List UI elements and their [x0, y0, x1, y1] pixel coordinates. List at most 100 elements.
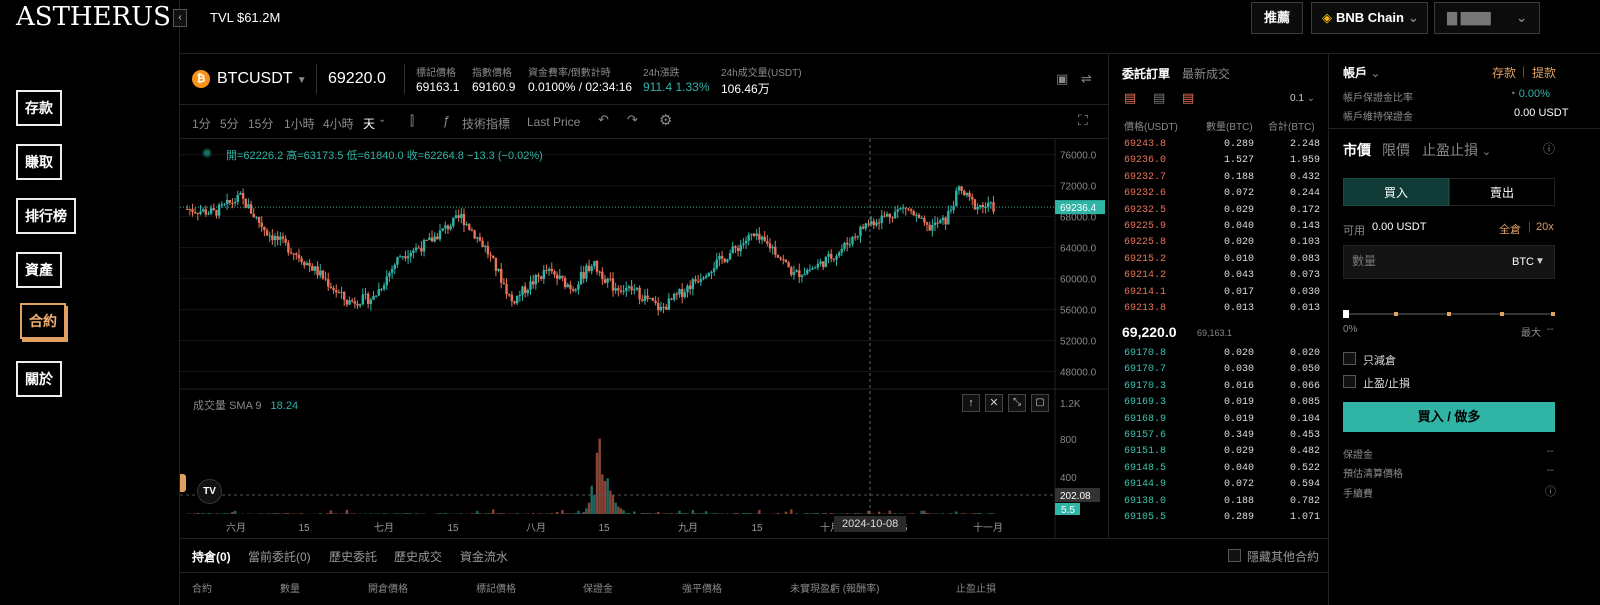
- fx-icon[interactable]: ƒ: [443, 113, 450, 128]
- tradingview-logo-icon[interactable]: TV: [197, 479, 222, 504]
- tf-15m[interactable]: 15分: [248, 115, 273, 132]
- drawer-handle[interactable]: [180, 474, 186, 492]
- volume-bar: [515, 513, 519, 514]
- info-icon[interactable]: ⓘ: [1543, 140, 1555, 157]
- bid-row[interactable]: 69169.3 0.019 0.085: [1124, 397, 1320, 413]
- volume-bar: [319, 513, 322, 514]
- book-asks-icon[interactable]: ▤: [1182, 90, 1194, 106]
- bid-row[interactable]: 69138.0 0.188 0.782: [1124, 496, 1320, 512]
- tf-1d[interactable]: 天: [363, 115, 375, 132]
- slider-handle[interactable]: [1343, 310, 1349, 318]
- hide-others-checkbox[interactable]: [1228, 549, 1241, 562]
- candle-type-icon[interactable]: ⫿: [410, 113, 414, 129]
- tpsl-checkbox[interactable]: [1343, 375, 1356, 388]
- indicators-button[interactable]: 技術指標: [462, 115, 510, 132]
- tab-trades[interactable]: 最新成交: [1182, 65, 1230, 82]
- ask-row[interactable]: 69225.9 0.040 0.143: [1124, 221, 1320, 237]
- caret-down-icon[interactable]: ▼: [1535, 256, 1545, 267]
- book-bids-icon[interactable]: ▤: [1153, 90, 1165, 106]
- quantity-input[interactable]: [1352, 254, 1492, 268]
- quantity-field[interactable]: BTC ▼: [1343, 245, 1555, 279]
- withdraw-link[interactable]: 提款: [1532, 64, 1556, 81]
- bid-row[interactable]: 69170.8 0.020 0.020: [1124, 348, 1320, 364]
- info-icon[interactable]: ⓘ: [1545, 483, 1556, 499]
- ask-row[interactable]: 69236.0 1.527 1.959: [1124, 155, 1320, 171]
- tf-4h[interactable]: 4小時: [323, 115, 354, 132]
- maximize-icon[interactable]: ▢: [1031, 394, 1049, 412]
- tab-funding[interactable]: 資金流水: [460, 548, 508, 565]
- margin-mode-button[interactable]: 全倉: [1499, 221, 1521, 237]
- collapse-nav-button[interactable]: ‹: [173, 9, 187, 27]
- tpsl-label[interactable]: 止盈/止損: [1363, 375, 1410, 391]
- tf-5m[interactable]: 5分: [220, 115, 239, 132]
- gear-icon[interactable]: ⚙: [659, 111, 672, 129]
- volume-bar: [500, 513, 503, 514]
- tab-positions[interactable]: 持倉(0): [192, 548, 231, 565]
- reduce-only-checkbox[interactable]: [1343, 352, 1356, 365]
- ask-row[interactable]: 69215.2 0.010 0.083: [1124, 254, 1320, 270]
- move-up-icon[interactable]: ↑: [962, 394, 980, 412]
- fullscreen-icon[interactable]: ⛶: [1078, 112, 1088, 129]
- candle-body: [840, 248, 844, 253]
- undo-icon[interactable]: ↶: [598, 112, 609, 128]
- chevron-down-icon[interactable]: ⌄: [378, 114, 386, 125]
- nav-earn[interactable]: 賺取: [16, 144, 62, 180]
- order-type-market[interactable]: 市價: [1343, 140, 1371, 160]
- price-mode[interactable]: Last Price: [527, 115, 580, 129]
- nav-futures[interactable]: 合約: [20, 303, 66, 339]
- bid-row[interactable]: 69170.7 0.030 0.050: [1124, 364, 1320, 380]
- bid-row[interactable]: 69168.9 0.019 0.104: [1124, 414, 1320, 430]
- tab-trade-history[interactable]: 歷史成交: [394, 548, 442, 565]
- nav-about[interactable]: 關於: [16, 361, 62, 397]
- ask-row[interactable]: 69214.2 0.043 0.073: [1124, 270, 1320, 286]
- settings-sliders-icon[interactable]: ⇌: [1081, 71, 1092, 87]
- wallet-button[interactable]: ▇ ▇▇▇ ⌄: [1434, 2, 1540, 34]
- ask-row[interactable]: 69225.8 0.020 0.103: [1124, 237, 1320, 253]
- buy-tab[interactable]: 買入: [1343, 178, 1449, 206]
- bid-row[interactable]: 69105.5 0.289 1.071: [1124, 512, 1320, 528]
- candlestick-chart[interactable]: 76000.0 72000.0 68000.0 64000.0 60000.0 56000…: [180, 139, 1108, 538]
- bid-row[interactable]: 69144.9 0.072 0.594: [1124, 479, 1320, 495]
- ask-row[interactable]: 69214.1 0.017 0.030: [1124, 287, 1320, 303]
- submit-order-button[interactable]: 買入 / 做多: [1343, 402, 1555, 432]
- nav-leaderboard[interactable]: 排行榜: [16, 198, 76, 234]
- hide-others-label[interactable]: 隱藏其他合約: [1247, 548, 1319, 565]
- tf-1m[interactable]: 1分: [192, 115, 211, 132]
- ask-row[interactable]: 69232.5 0.029 0.172: [1124, 205, 1320, 221]
- ask-row[interactable]: 69232.6 0.072 0.244: [1124, 188, 1320, 204]
- order-type-limit[interactable]: 限價: [1382, 140, 1410, 160]
- precision-selector[interactable]: 0.1 ⌄: [1290, 93, 1315, 104]
- bid-row[interactable]: 69157.6 0.349 0.453: [1124, 430, 1320, 446]
- bid-row[interactable]: 69170.3 0.016 0.066: [1124, 381, 1320, 397]
- bid-row[interactable]: 69148.5 0.040 0.522: [1124, 463, 1320, 479]
- sell-tab[interactable]: 賣出: [1449, 178, 1555, 206]
- tab-open-orders[interactable]: 當前委託(0): [248, 548, 311, 565]
- nav-deposit[interactable]: 存款: [16, 90, 62, 126]
- reduce-only-label[interactable]: 只減倉: [1363, 352, 1396, 368]
- nav-assets[interactable]: 資產: [16, 252, 62, 288]
- collapse-icon[interactable]: ⤡: [1008, 394, 1026, 412]
- tab-orderbook[interactable]: 委託訂單: [1122, 65, 1170, 82]
- chain-selector[interactable]: ◈ BNB Chain ⌄: [1311, 2, 1428, 34]
- ask-row[interactable]: 69232.7 0.188 0.432: [1124, 172, 1320, 188]
- col-price: 價格(USDT): [1124, 122, 1178, 133]
- tf-1h[interactable]: 1小時: [284, 115, 315, 132]
- close-icon[interactable]: ✕: [985, 394, 1003, 412]
- redo-icon[interactable]: ↷: [627, 112, 638, 128]
- order-type-tpsl[interactable]: 止盈止損 ⌄: [1422, 140, 1491, 160]
- account-selector[interactable]: 帳戶 ⌄: [1343, 64, 1380, 81]
- symbol-selector[interactable]: BTCUSDT ▼: [217, 70, 307, 88]
- candle-body: [654, 301, 657, 303]
- price-chart[interactable]: 76000.0 72000.0 68000.0 64000.0 60000.0 56000…: [180, 139, 1108, 538]
- ask-row[interactable]: 69213.8 0.013 0.013: [1124, 303, 1320, 319]
- bid-row[interactable]: 69151.8 0.029 0.482: [1124, 446, 1320, 462]
- ask-row[interactable]: 69243.8 0.289 2.248: [1124, 139, 1320, 155]
- chart-mode-icon[interactable]: ▣: [1056, 71, 1068, 87]
- book-both-icon[interactable]: ▤: [1124, 90, 1136, 106]
- referral-button[interactable]: 推薦: [1251, 2, 1304, 34]
- quantity-unit[interactable]: BTC: [1512, 256, 1534, 268]
- tab-order-history[interactable]: 歷史委託: [329, 548, 377, 565]
- leverage-button[interactable]: 20x: [1536, 221, 1554, 233]
- logo[interactable]: ASTHERUS: [16, 2, 171, 32]
- deposit-link[interactable]: 存款: [1492, 64, 1516, 81]
